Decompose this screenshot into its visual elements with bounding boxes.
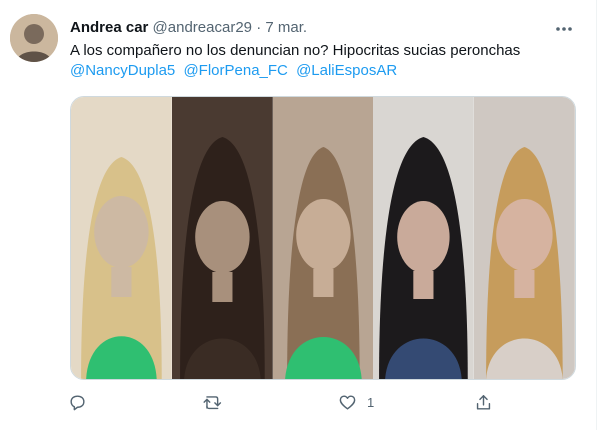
photo-panel [373, 97, 475, 379]
tweet-body: A los compañero no los denuncian no? Hip… [70, 42, 521, 59]
photo-panel [71, 97, 172, 379]
mention-link[interactable]: @LaliEsposAR [296, 62, 397, 79]
like-icon [339, 394, 356, 410]
photo-panel [272, 97, 374, 379]
photo-panel [474, 97, 575, 379]
reply-button[interactable] [68, 388, 97, 416]
tweet-text: A los compañero no los denuncian no? Hip… [70, 41, 580, 81]
reply-icon [70, 394, 85, 410]
tweet-media[interactable] [70, 96, 576, 380]
mention-link[interactable]: @NancyDupla5 [70, 62, 175, 79]
timeline-divider [596, 0, 597, 430]
tweet-header: Andrea car @andreacar29 · 7 mar. [70, 18, 571, 38]
action-bar: 1 [60, 388, 500, 416]
tweet-date[interactable]: 7 mar. [265, 19, 307, 36]
retweet-icon [203, 395, 222, 409]
mention-link[interactable]: @FlorPena_FC [183, 62, 287, 79]
separator: · [256, 19, 262, 36]
more-icon [556, 27, 572, 31]
like-button[interactable]: 1 [338, 388, 374, 416]
handle[interactable]: @andreacar29 [153, 19, 252, 36]
like-count: 1 [367, 394, 375, 410]
display-name[interactable]: Andrea car [70, 19, 148, 36]
share-button[interactable] [474, 388, 493, 416]
more-button[interactable] [553, 18, 575, 40]
mentions: @NancyDupla5 @FlorPena_FC @LaliEsposAR [70, 61, 580, 81]
avatar[interactable] [10, 14, 58, 62]
retweet-button[interactable] [202, 388, 233, 416]
share-icon [476, 394, 491, 410]
photo-panel [171, 97, 273, 379]
